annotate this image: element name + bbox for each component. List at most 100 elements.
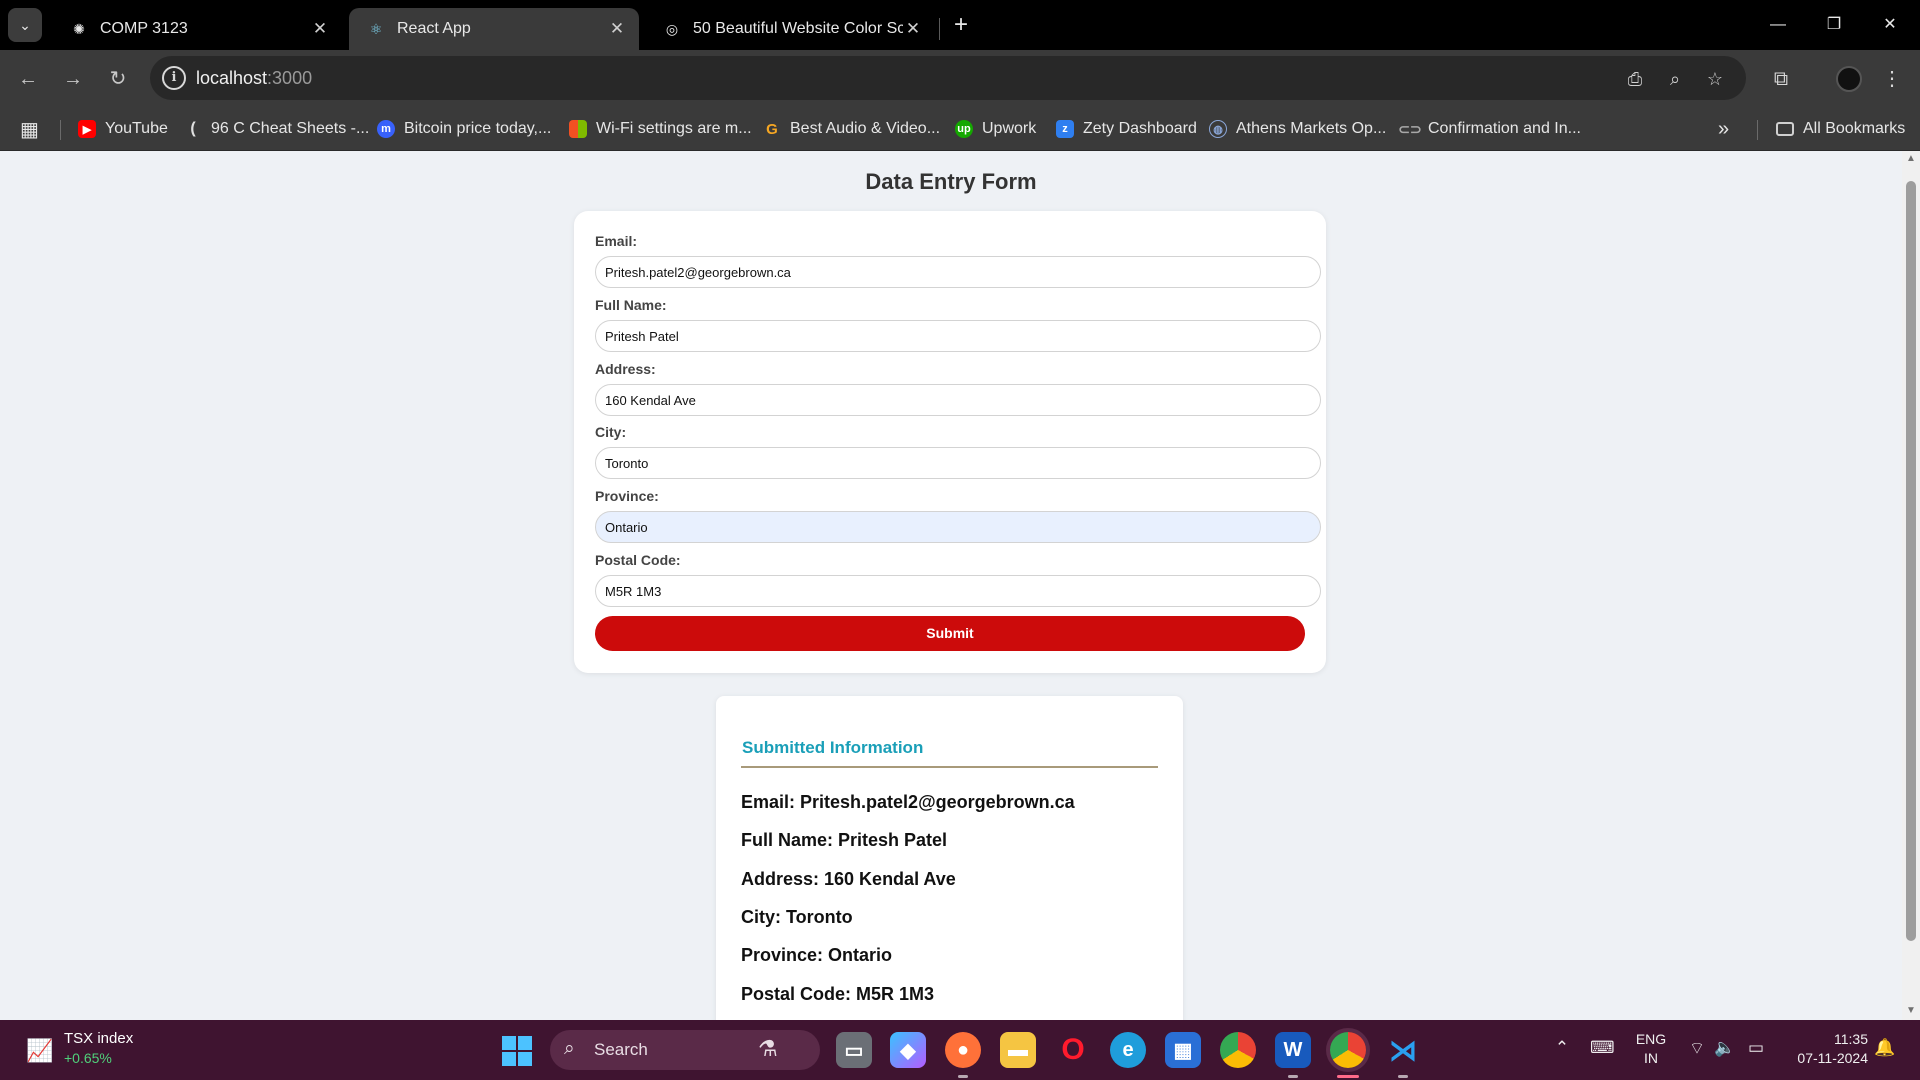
all-bookmarks-label: All Bookmarks <box>1803 120 1906 137</box>
chevron-up-icon[interactable]: ⌃ <box>1552 1038 1572 1058</box>
close-tab-icon[interactable]: ✕ <box>310 19 330 39</box>
bookmark-label: Best Audio & Video... <box>790 120 941 137</box>
tab-separator <box>939 18 940 40</box>
bracket-icon: ( <box>190 120 196 137</box>
province-label: Province: <box>595 488 659 504</box>
tab-title: COMP 3123 <box>100 20 188 37</box>
chrome-profile-icon[interactable] <box>1330 1032 1366 1068</box>
stock-chart-icon[interactable]: 📈 <box>26 1038 56 1063</box>
edge-icon[interactable]: e <box>1110 1032 1146 1068</box>
forward-button[interactable]: → <box>59 65 87 93</box>
bookmark-best-audio-video[interactable]: G Best Audio & Video... <box>763 116 940 142</box>
full-name-label: Full Name: <box>595 297 667 313</box>
arrow-right-icon: → <box>63 68 83 90</box>
tab-react-app[interactable]: ⚛ React App ✕ <box>349 8 639 50</box>
opera-icon[interactable]: O <box>1055 1032 1091 1068</box>
bookmark-label: Bitcoin price today,... <box>404 120 552 137</box>
tab-search-button[interactable]: ⌄ <box>8 8 42 42</box>
install-app-icon[interactable]: ⎙ <box>1622 66 1648 92</box>
file-explorer-icon[interactable]: ▬ <box>1000 1032 1036 1068</box>
bookmark-youtube[interactable]: ▶ YouTube <box>78 116 168 142</box>
microsoft-store-icon[interactable]: ▦ <box>1165 1032 1201 1068</box>
close-tab-icon[interactable]: ✕ <box>607 19 627 39</box>
profile-avatar[interactable] <box>1836 66 1862 92</box>
site-info-icon[interactable]: i <box>162 66 186 90</box>
bookmark-divider <box>1757 120 1758 140</box>
zoom-icon[interactable]: ⌕ <box>1662 66 1688 92</box>
upwork-icon: up <box>955 120 973 138</box>
windows-start-icon[interactable] <box>502 1036 532 1066</box>
minimize-button[interactable]: — <box>1750 8 1806 42</box>
tab-color-schemes[interactable]: ◎ 50 Beautiful Website Color Sche ✕ <box>645 8 935 50</box>
bookmark-confirmation[interactable]: ⊂⊃ Confirmation and In... <box>1398 116 1581 142</box>
widget-title[interactable]: TSX index <box>64 1030 133 1047</box>
submit-button[interactable]: Submit <box>595 616 1305 651</box>
keyboard-icon[interactable]: ⌨ <box>1590 1038 1615 1058</box>
reload-button[interactable]: ↻ <box>104 65 132 93</box>
new-tab-button[interactable]: + <box>948 12 974 38</box>
all-bookmarks-button[interactable]: All Bookmarks <box>1776 116 1905 142</box>
vscode-icon[interactable]: ⋊ <box>1385 1032 1421 1068</box>
address-field[interactable] <box>595 384 1321 416</box>
address-bar[interactable]: i localhost:3000 ⎙ ⌕ ☆ <box>150 56 1746 100</box>
scroll-down-icon[interactable]: ▼ <box>1905 1005 1917 1016</box>
page-scrollbar[interactable]: ▲ ▼ <box>1902 151 1920 1020</box>
bookmark-c-cheat-sheets[interactable]: ( 96 C Cheat Sheets -... <box>184 116 369 142</box>
battery-icon[interactable]: ▭ <box>1744 1038 1768 1058</box>
word-icon[interactable]: W <box>1275 1032 1311 1068</box>
chrome-icon[interactable] <box>1220 1032 1256 1068</box>
bookmark-bitcoin-price[interactable]: m Bitcoin price today,... <box>377 116 551 142</box>
more-bookmarks-button[interactable]: » <box>1718 116 1729 142</box>
page-title: Data Entry Form <box>865 169 1037 194</box>
tab-title: React App <box>397 20 471 37</box>
page-viewport: Data Entry Form Email: Full Name: Addres… <box>0 151 1902 1020</box>
notification-bell-icon[interactable]: 🔔 <box>1874 1038 1896 1058</box>
volume-icon[interactable]: 🔈 <box>1714 1038 1736 1058</box>
wifi-icon[interactable]: ⌔ <box>1686 1038 1708 1059</box>
bookmarks-bar: ▦ ▶ YouTube ( 96 C Cheat Sheets -... m B… <box>0 107 1920 151</box>
tab-comp3123[interactable]: ✺ COMP 3123 ✕ <box>52 8 342 50</box>
copilot-icon[interactable]: ◆ <box>890 1032 926 1068</box>
language-indicator[interactable]: ENG IN <box>1634 1030 1668 1068</box>
scroll-thumb[interactable] <box>1906 181 1916 941</box>
globe-icon: ◍ <box>1209 120 1227 138</box>
postal-code-field[interactable] <box>595 575 1321 607</box>
province-field[interactable] <box>595 511 1321 543</box>
scroll-up-icon[interactable]: ▲ <box>1905 153 1917 164</box>
close-window-button[interactable]: ✕ <box>1862 8 1918 42</box>
submitted-address: Address: 160 Kendal Ave <box>741 869 956 889</box>
submitted-info-card: Submitted Information Email: Pritesh.pat… <box>716 696 1183 1020</box>
submitted-city: City: Toronto <box>741 907 853 927</box>
clock-time: 11:35 <box>1834 1031 1868 1047</box>
email-field[interactable] <box>595 256 1321 288</box>
region-code: IN <box>1644 1050 1658 1066</box>
close-icon: ✕ <box>1883 16 1897 33</box>
bookmark-zety-dashboard[interactable]: z Zety Dashboard <box>1056 116 1197 142</box>
system-clock[interactable]: 11:35 07-11-2024 <box>1778 1030 1868 1068</box>
windows-taskbar: 📈 TSX index +0.65% ⌕ Search ⚗ ▭ ◆ ● ▬ O … <box>0 1020 1920 1080</box>
apps-grid-button[interactable]: ▦ <box>20 116 39 142</box>
browser-toolbar: ← → ↻ i localhost:3000 ⎙ ⌕ ☆ ⧉ ⋮ <box>0 50 1920 107</box>
back-button[interactable]: ← <box>14 65 42 93</box>
chevron-down-icon: ⌄ <box>19 16 31 33</box>
bookmark-upwork[interactable]: up Upwork <box>955 116 1036 142</box>
full-name-field[interactable] <box>595 320 1321 352</box>
extensions-icon[interactable]: ⧉ <box>1767 65 1795 93</box>
apps-grid-icon: ▦ <box>20 118 39 141</box>
bookmark-label: YouTube <box>105 120 168 137</box>
bookmark-athens-markets[interactable]: ◍ Athens Markets Op... <box>1209 116 1386 142</box>
bookmark-wifi-settings[interactable]: Wi-Fi settings are m... <box>569 116 752 142</box>
city-field[interactable] <box>595 447 1321 479</box>
zety-icon: z <box>1056 120 1074 138</box>
url-text[interactable]: localhost:3000 <box>196 68 312 89</box>
react-icon: ⚛ <box>369 20 383 37</box>
menu-kebab-icon[interactable]: ⋮ <box>1878 65 1906 93</box>
bookmark-star-icon[interactable]: ☆ <box>1702 66 1728 92</box>
firefox-icon[interactable]: ● <box>945 1032 981 1068</box>
language-code: ENG <box>1635 1031 1667 1047</box>
taskbar-search[interactable]: ⌕ Search ⚗ <box>550 1030 820 1070</box>
close-tab-icon[interactable]: ✕ <box>903 19 923 39</box>
task-view-icon[interactable]: ▭ <box>836 1032 872 1068</box>
restore-button[interactable]: ❐ <box>1806 8 1862 42</box>
address-label: Address: <box>595 361 656 377</box>
